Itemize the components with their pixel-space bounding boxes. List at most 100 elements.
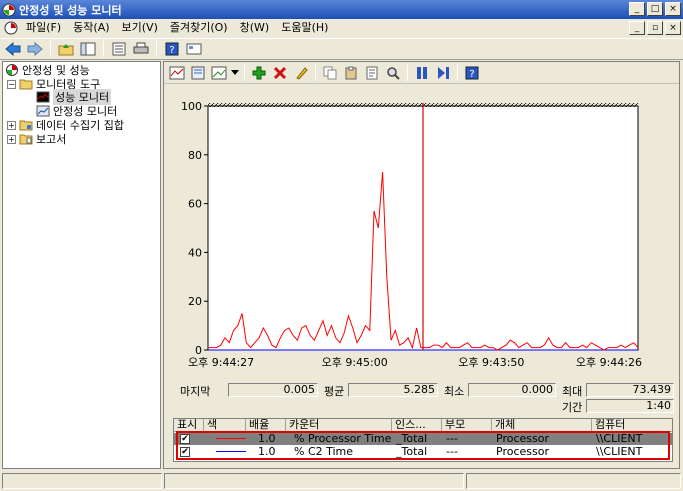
x-tick-label: 오후 9:45:00 [322, 356, 388, 369]
properties-graph-button[interactable] [362, 64, 382, 82]
performance-monitor-icon [36, 91, 50, 103]
reports-folder-icon [19, 134, 33, 145]
copy-properties-button[interactable] [320, 64, 340, 82]
color-swatch-blue [216, 451, 246, 452]
y-axis-ticks: 020406080100 [181, 100, 208, 357]
up-level-button[interactable] [56, 40, 76, 58]
color-swatch-red [216, 438, 246, 439]
column-header-color[interactable]: 색 [204, 419, 246, 432]
main-toolbar: ? [0, 38, 683, 60]
print-button[interactable] [131, 40, 151, 58]
status-pane [164, 473, 464, 489]
freeze-display-button[interactable] [412, 64, 432, 82]
status-pane [466, 473, 681, 489]
menu-action[interactable]: 동작(A) [67, 19, 115, 37]
forward-button[interactable] [25, 40, 45, 58]
back-button[interactable] [3, 40, 23, 58]
maximum-value: 73.439 [586, 383, 674, 397]
export-icon [112, 42, 126, 56]
toolbar-separator [457, 64, 458, 81]
show-checkbox[interactable]: ✔ [180, 447, 190, 457]
menu-favorites[interactable]: 즐겨찾기(O) [164, 19, 234, 37]
menu-help[interactable]: 도움말(H) [275, 19, 334, 37]
expand-icon[interactable]: + [7, 134, 16, 144]
log-data-icon [191, 66, 205, 79]
computer-cell: \\CLIENT [596, 445, 643, 458]
window-title: 안정성 및 성능 모니터 [19, 3, 122, 17]
update-data-button[interactable] [433, 64, 453, 82]
show-checkbox[interactable]: ✔ [180, 434, 190, 444]
minimum-value: 0.000 [468, 383, 556, 397]
column-header-instance[interactable]: 인스... [392, 419, 442, 432]
duration-value: 1:40 [586, 399, 674, 413]
data-collector-folder-icon [19, 120, 33, 131]
close-button[interactable]: × [665, 2, 681, 16]
folder-icon [19, 79, 33, 90]
last-label: 마지막 [180, 385, 211, 398]
add-counter-button[interactable] [249, 64, 269, 82]
console-tree-icon [80, 42, 96, 56]
tree-item-reliability-monitor[interactable]: 안정성 모니터 [36, 104, 117, 118]
tree-item-data-collector-sets[interactable]: + 데이터 수집기 집합 [7, 118, 124, 132]
object-cell: Processor [496, 432, 549, 445]
zoom-button[interactable] [383, 64, 403, 82]
y-tick-label: 80 [188, 149, 202, 162]
help-button[interactable]: ? [162, 40, 182, 58]
performance-line-chart[interactable]: 020406080100 오후 9:44:27 오후 9:45:00 오후 9:43… [173, 92, 673, 382]
tree-item-reports[interactable]: + 보고서 [7, 132, 66, 146]
view-log-data-button[interactable] [188, 64, 208, 82]
column-header-computer[interactable]: 컴퓨터 [592, 419, 672, 432]
svg-text:?: ? [169, 45, 174, 56]
toolbar-separator [407, 64, 408, 81]
column-header-show[interactable]: 표시 [174, 419, 204, 432]
back-arrow-icon [5, 42, 21, 56]
graph-type-dropdown[interactable] [230, 64, 240, 82]
status-pane [2, 473, 162, 489]
menu-file[interactable]: 파일(F) [20, 19, 67, 37]
menu-view[interactable]: 보기(V) [116, 19, 164, 37]
folder-up-icon [58, 44, 74, 56]
menu-bar: 파일(F) 동작(A) 보기(V) 즐겨찾기(O) 창(W) 도움말(H) _ … [0, 19, 683, 37]
table-row[interactable]: ✔ 1.0 % C2 Time _Total --- Processor \\C… [174, 446, 672, 458]
column-header-parent[interactable]: 부모 [442, 419, 492, 432]
column-header-scale[interactable]: 배율 [246, 419, 286, 432]
column-header-object[interactable]: 개체 [492, 419, 592, 432]
change-graph-type-button[interactable] [209, 64, 229, 82]
tree-item-performance-monitor[interactable]: 성능 모니터 [36, 89, 112, 105]
y-tick-label: 100 [181, 100, 202, 113]
view-current-activity-button[interactable] [167, 64, 187, 82]
magnifier-icon [387, 66, 400, 80]
delete-counter-button[interactable] [270, 64, 290, 82]
minimum-label: 최소 [444, 385, 465, 398]
child-minimize-button[interactable]: _ [629, 21, 645, 35]
table-row[interactable]: ✔ 1.0 % Processor Time _Total --- Proces… [174, 433, 672, 445]
properties-button[interactable] [184, 40, 204, 58]
expand-icon[interactable]: + [7, 120, 16, 130]
menu-window[interactable]: 창(W) [234, 19, 276, 37]
forward-arrow-icon [27, 42, 43, 56]
plus-icon [252, 66, 266, 79]
system-menu-icon[interactable] [4, 21, 18, 35]
child-restore-button[interactable]: ▫ [647, 21, 663, 35]
column-header-counter[interactable]: 카운터 [286, 419, 392, 432]
graph-help-button[interactable]: ? [462, 64, 482, 82]
counter-list[interactable]: 표시 색 배율 카운터 인스... 부모 개체 컴퓨터 ✔ 1.0 % Proc… [173, 418, 673, 462]
title-bar[interactable]: 안정성 및 성능 모니터 _ □ × [0, 0, 683, 19]
paste-counter-list-button[interactable] [341, 64, 361, 82]
minimize-button[interactable]: _ [629, 2, 645, 16]
tree-item-root[interactable]: 안정성 및 성능 [5, 63, 90, 77]
maximize-button[interactable]: □ [647, 2, 663, 16]
chevron-down-icon [231, 69, 239, 75]
x-axis-ticks: 오후 9:44:27 오후 9:45:00 오후 9:43:50 오후 9:44:26 [188, 356, 642, 369]
y-tick-label: 40 [188, 246, 202, 259]
delete-x-icon [273, 66, 287, 79]
parent-cell: --- [446, 445, 458, 458]
x-tick-label: 오후 9:44:27 [188, 356, 254, 369]
pause-icon [417, 66, 427, 79]
collapse-icon[interactable]: − [7, 79, 16, 89]
export-list-button[interactable] [109, 40, 129, 58]
show-hide-tree-button[interactable] [78, 40, 98, 58]
computer-cell: \\CLIENT [596, 432, 643, 445]
highlight-button[interactable] [291, 64, 311, 82]
child-close-button[interactable]: × [665, 21, 681, 35]
